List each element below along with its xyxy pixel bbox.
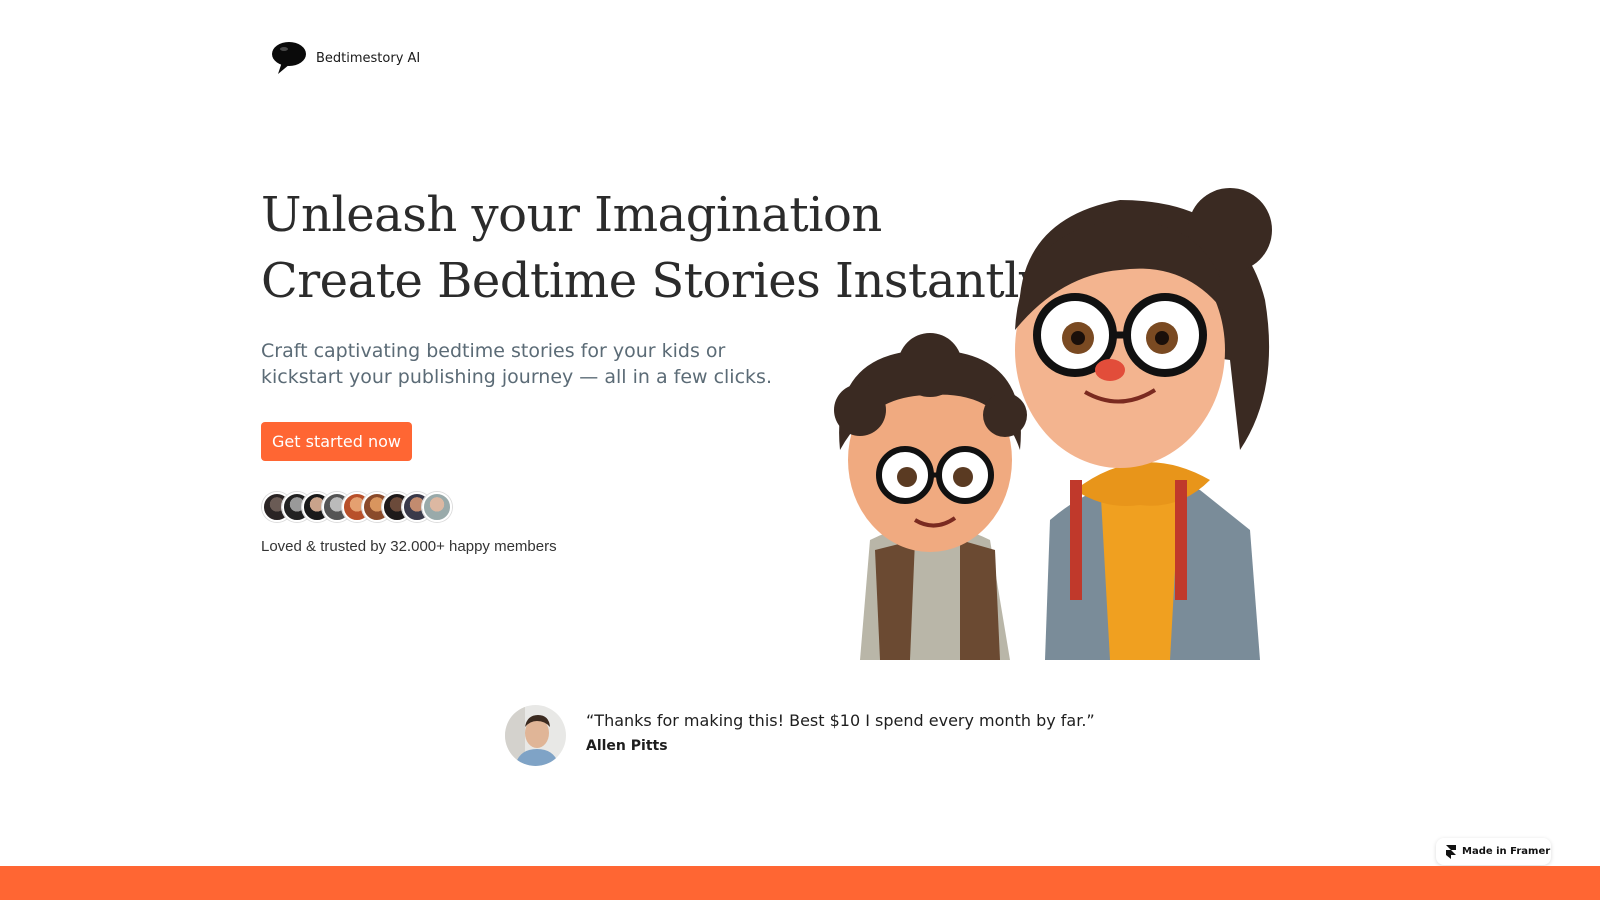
hero-subtitle: Craft captivating bedtime stories for yo… (261, 338, 821, 390)
testimonial-body: “Thanks for making this! Best $10 I spen… (586, 705, 1095, 754)
bottom-accent-bar (0, 866, 1600, 900)
brand-name: Bedtimestory AI (316, 50, 421, 66)
testimonial-quote: “Thanks for making this! Best $10 I spen… (586, 711, 1095, 730)
testimonial: “Thanks for making this! Best $10 I spen… (505, 705, 1095, 766)
made-in-framer-badge[interactable]: Made in Framer (1436, 838, 1551, 865)
members-caption: Loved & trusted by 32.000+ happy members (261, 538, 557, 555)
speech-bubble-logo-icon (272, 42, 306, 74)
brand-logo[interactable]: Bedtimestory AI (270, 40, 420, 76)
made-in-framer-label: Made in Framer (1462, 846, 1551, 857)
testimonial-author: Allen Pitts (586, 738, 668, 754)
hero-subtitle-line-2: kickstart your publishing journey — all … (261, 366, 772, 388)
kids-illustration (834, 188, 1272, 660)
get-started-button[interactable]: Get started now (261, 422, 412, 461)
framer-icon (1446, 844, 1456, 859)
member-avatar (422, 492, 452, 522)
testimonial-avatar (505, 705, 566, 766)
hero-subtitle-line-1: Craft captivating bedtime stories for yo… (261, 340, 726, 362)
member-avatars (262, 492, 452, 522)
